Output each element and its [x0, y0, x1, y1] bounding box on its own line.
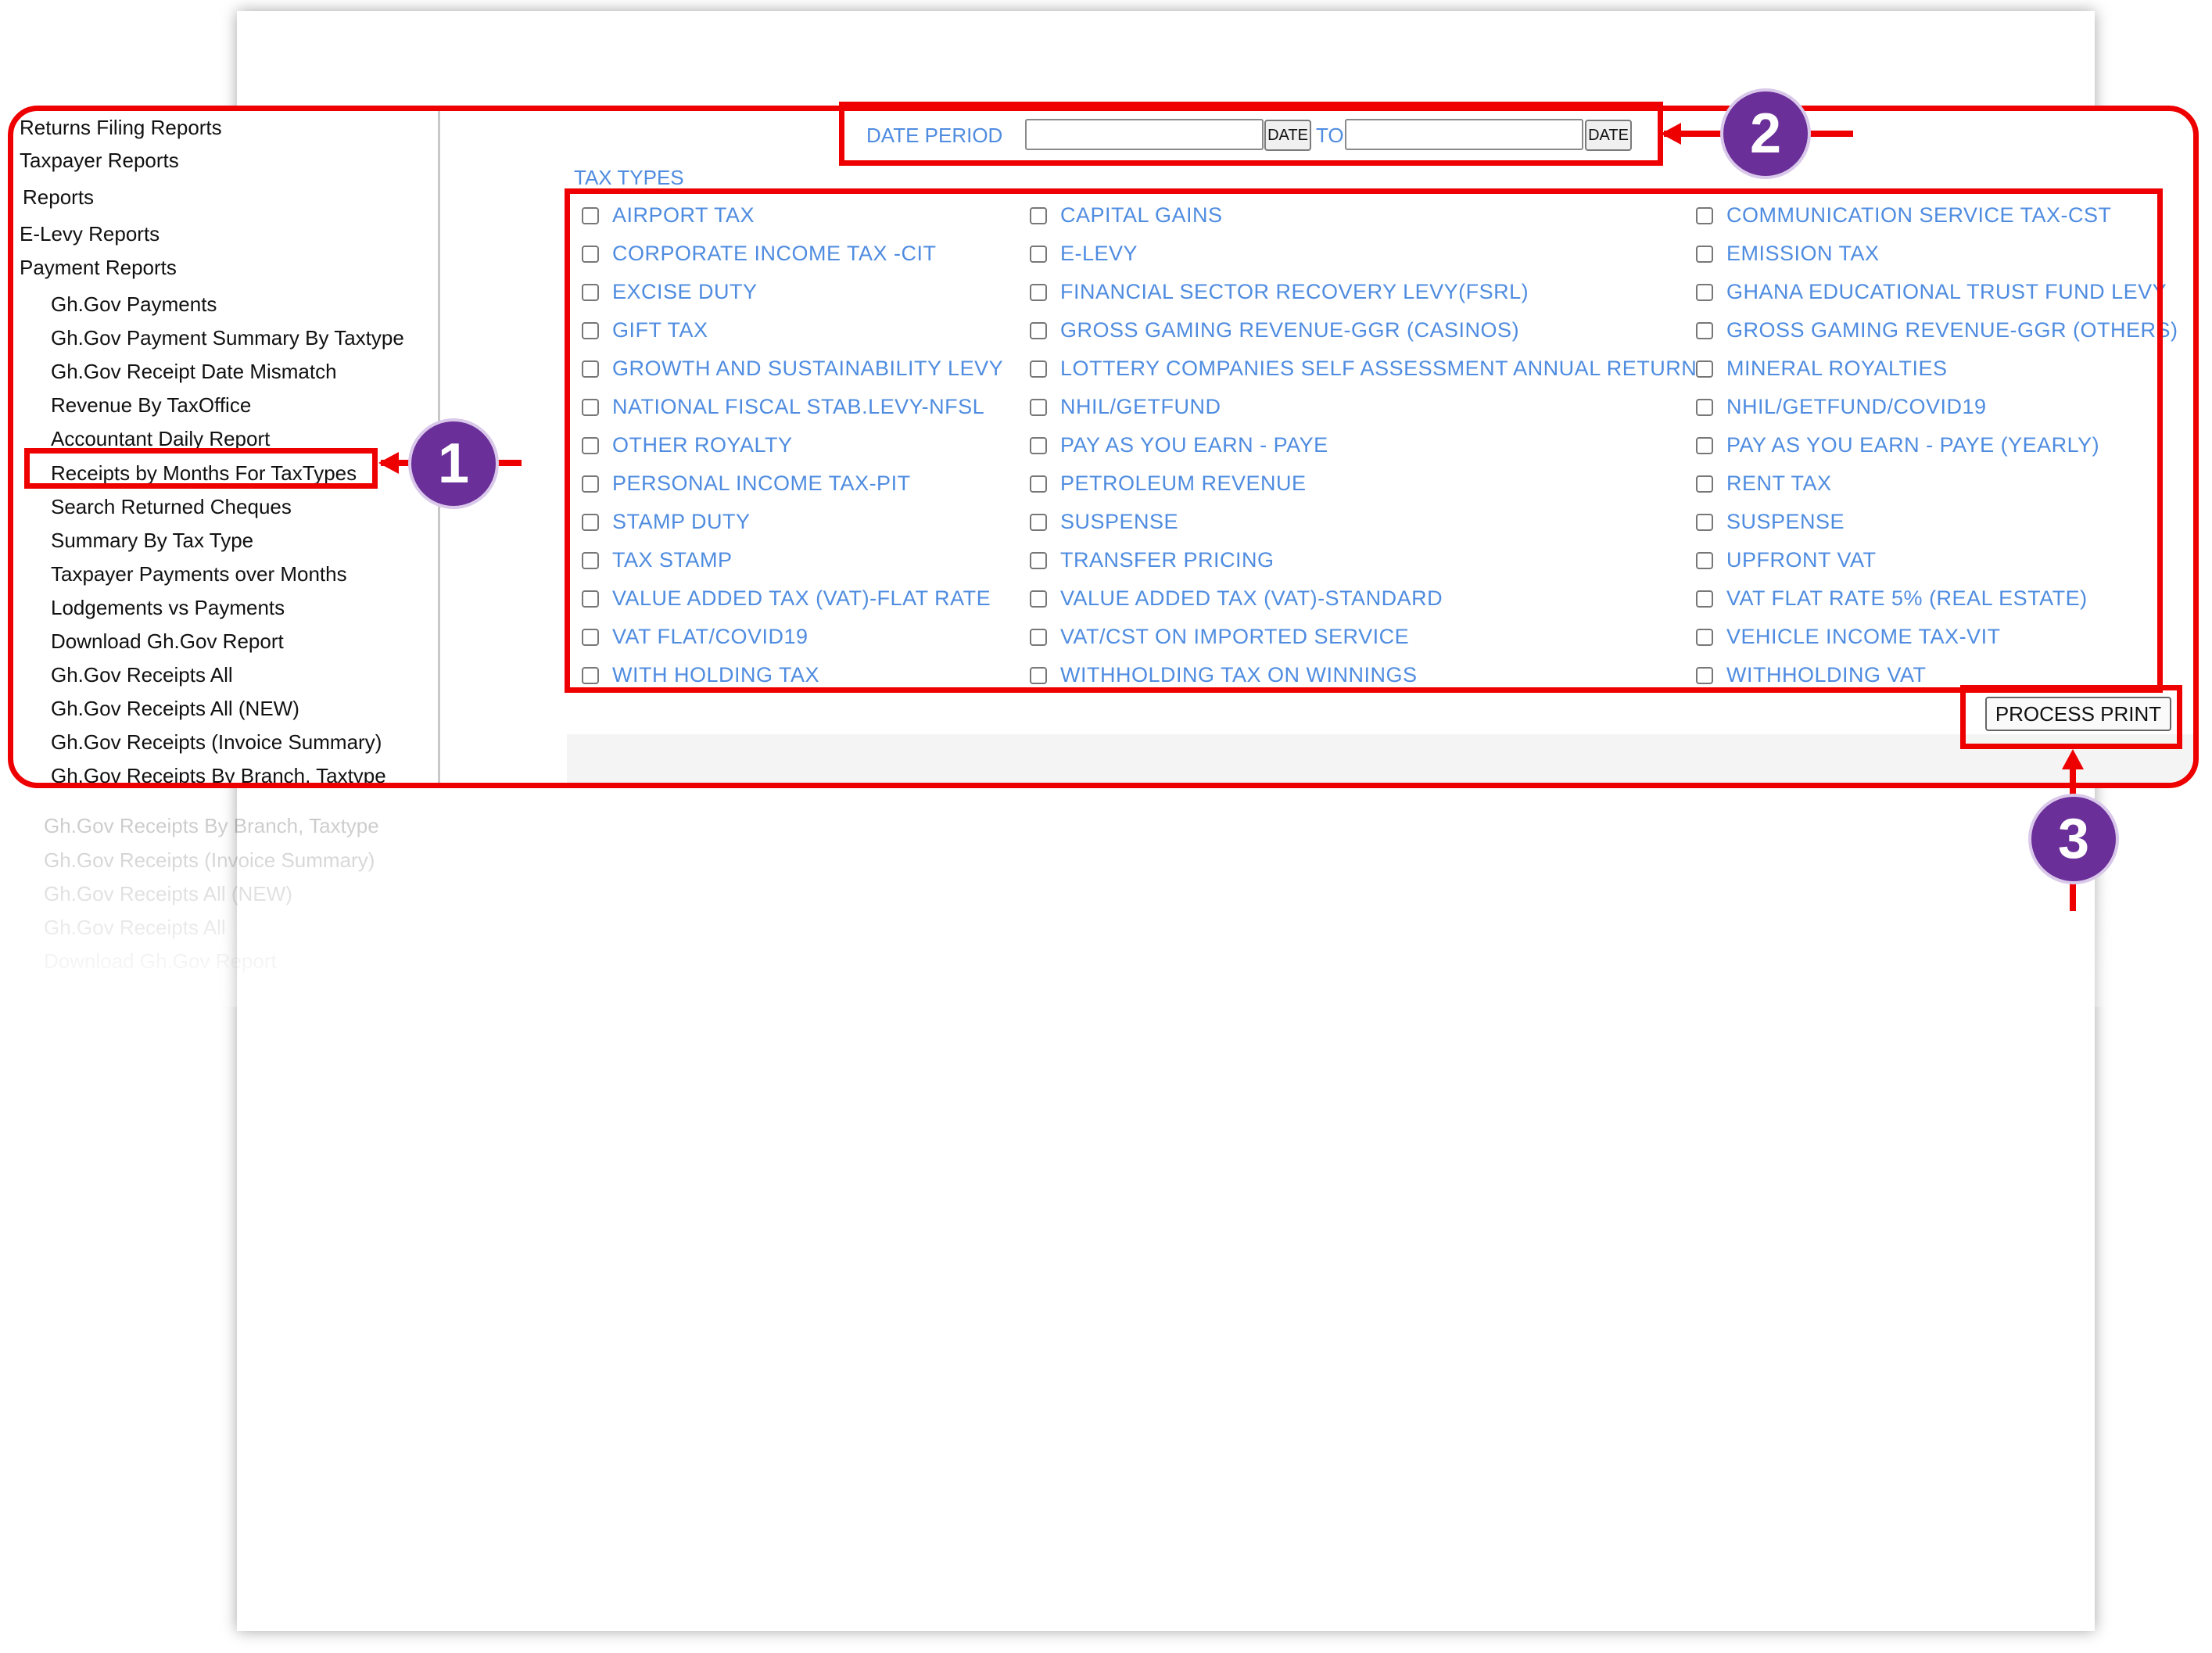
- tax-types-heading: TAX TYPES: [574, 166, 684, 189]
- highlight-process-print: [1960, 685, 2182, 749]
- sidebar-item[interactable]: Gh.Gov Receipt Date Mismatch: [51, 360, 337, 384]
- sidebar-item[interactable]: Reports: [23, 185, 94, 210]
- callout-2-arrowhead: [1661, 123, 1681, 145]
- form-footer-band: [567, 734, 2193, 783]
- highlight-tax-types: [565, 188, 2163, 693]
- sidebar-item[interactable]: E-Levy Reports: [20, 222, 160, 246]
- sidebar-item[interactable]: Returns Filing Reports: [20, 116, 222, 140]
- sidebar-item[interactable]: Payment Reports: [20, 256, 177, 280]
- sidebar-item[interactable]: Taxpayer Payments over Months: [51, 562, 347, 586]
- callout-1-badge: 1: [411, 421, 496, 506]
- highlight-receipts-by-months: [24, 448, 378, 489]
- sidebar-item[interactable]: Gh.Gov Receipts (Invoice Summary): [51, 730, 382, 755]
- callout-3-arrowhead: [2062, 749, 2084, 769]
- sidebar-item[interactable]: Download Gh.Gov Report: [51, 629, 284, 654]
- sidebar-item[interactable]: Revenue By TaxOffice: [51, 393, 251, 418]
- sidebar-item[interactable]: Lodgements vs Payments: [51, 596, 285, 620]
- highlight-date-period: [839, 102, 1663, 166]
- sidebar-menu: Returns Filing Reports Taxpayer Reports Re…: [13, 111, 440, 783]
- sidebar-item[interactable]: Gh.Gov Receipts All (NEW): [51, 697, 299, 721]
- reflection-item: Gh.Gov Receipts All: [44, 916, 226, 939]
- sidebar-item[interactable]: Gh.Gov Receipts All: [51, 663, 233, 687]
- sidebar-item[interactable]: Gh.Gov Receipts By Branch, Taxtype: [51, 764, 386, 783]
- sidebar-item[interactable]: Taxpayer Reports: [20, 149, 179, 173]
- callout-1-arrowhead: [378, 452, 399, 474]
- callout-2-badge: 2: [1723, 91, 1808, 176]
- sidebar-item[interactable]: Summary By Tax Type: [51, 529, 253, 553]
- sidebar-item[interactable]: Gh.Gov Payment Summary By Taxtype: [51, 326, 404, 350]
- sidebar-item[interactable]: Gh.Gov Payments: [51, 292, 217, 317]
- sidebar-item[interactable]: Search Returned Cheques: [51, 495, 292, 519]
- callout-3-badge: 3: [2031, 797, 2116, 881]
